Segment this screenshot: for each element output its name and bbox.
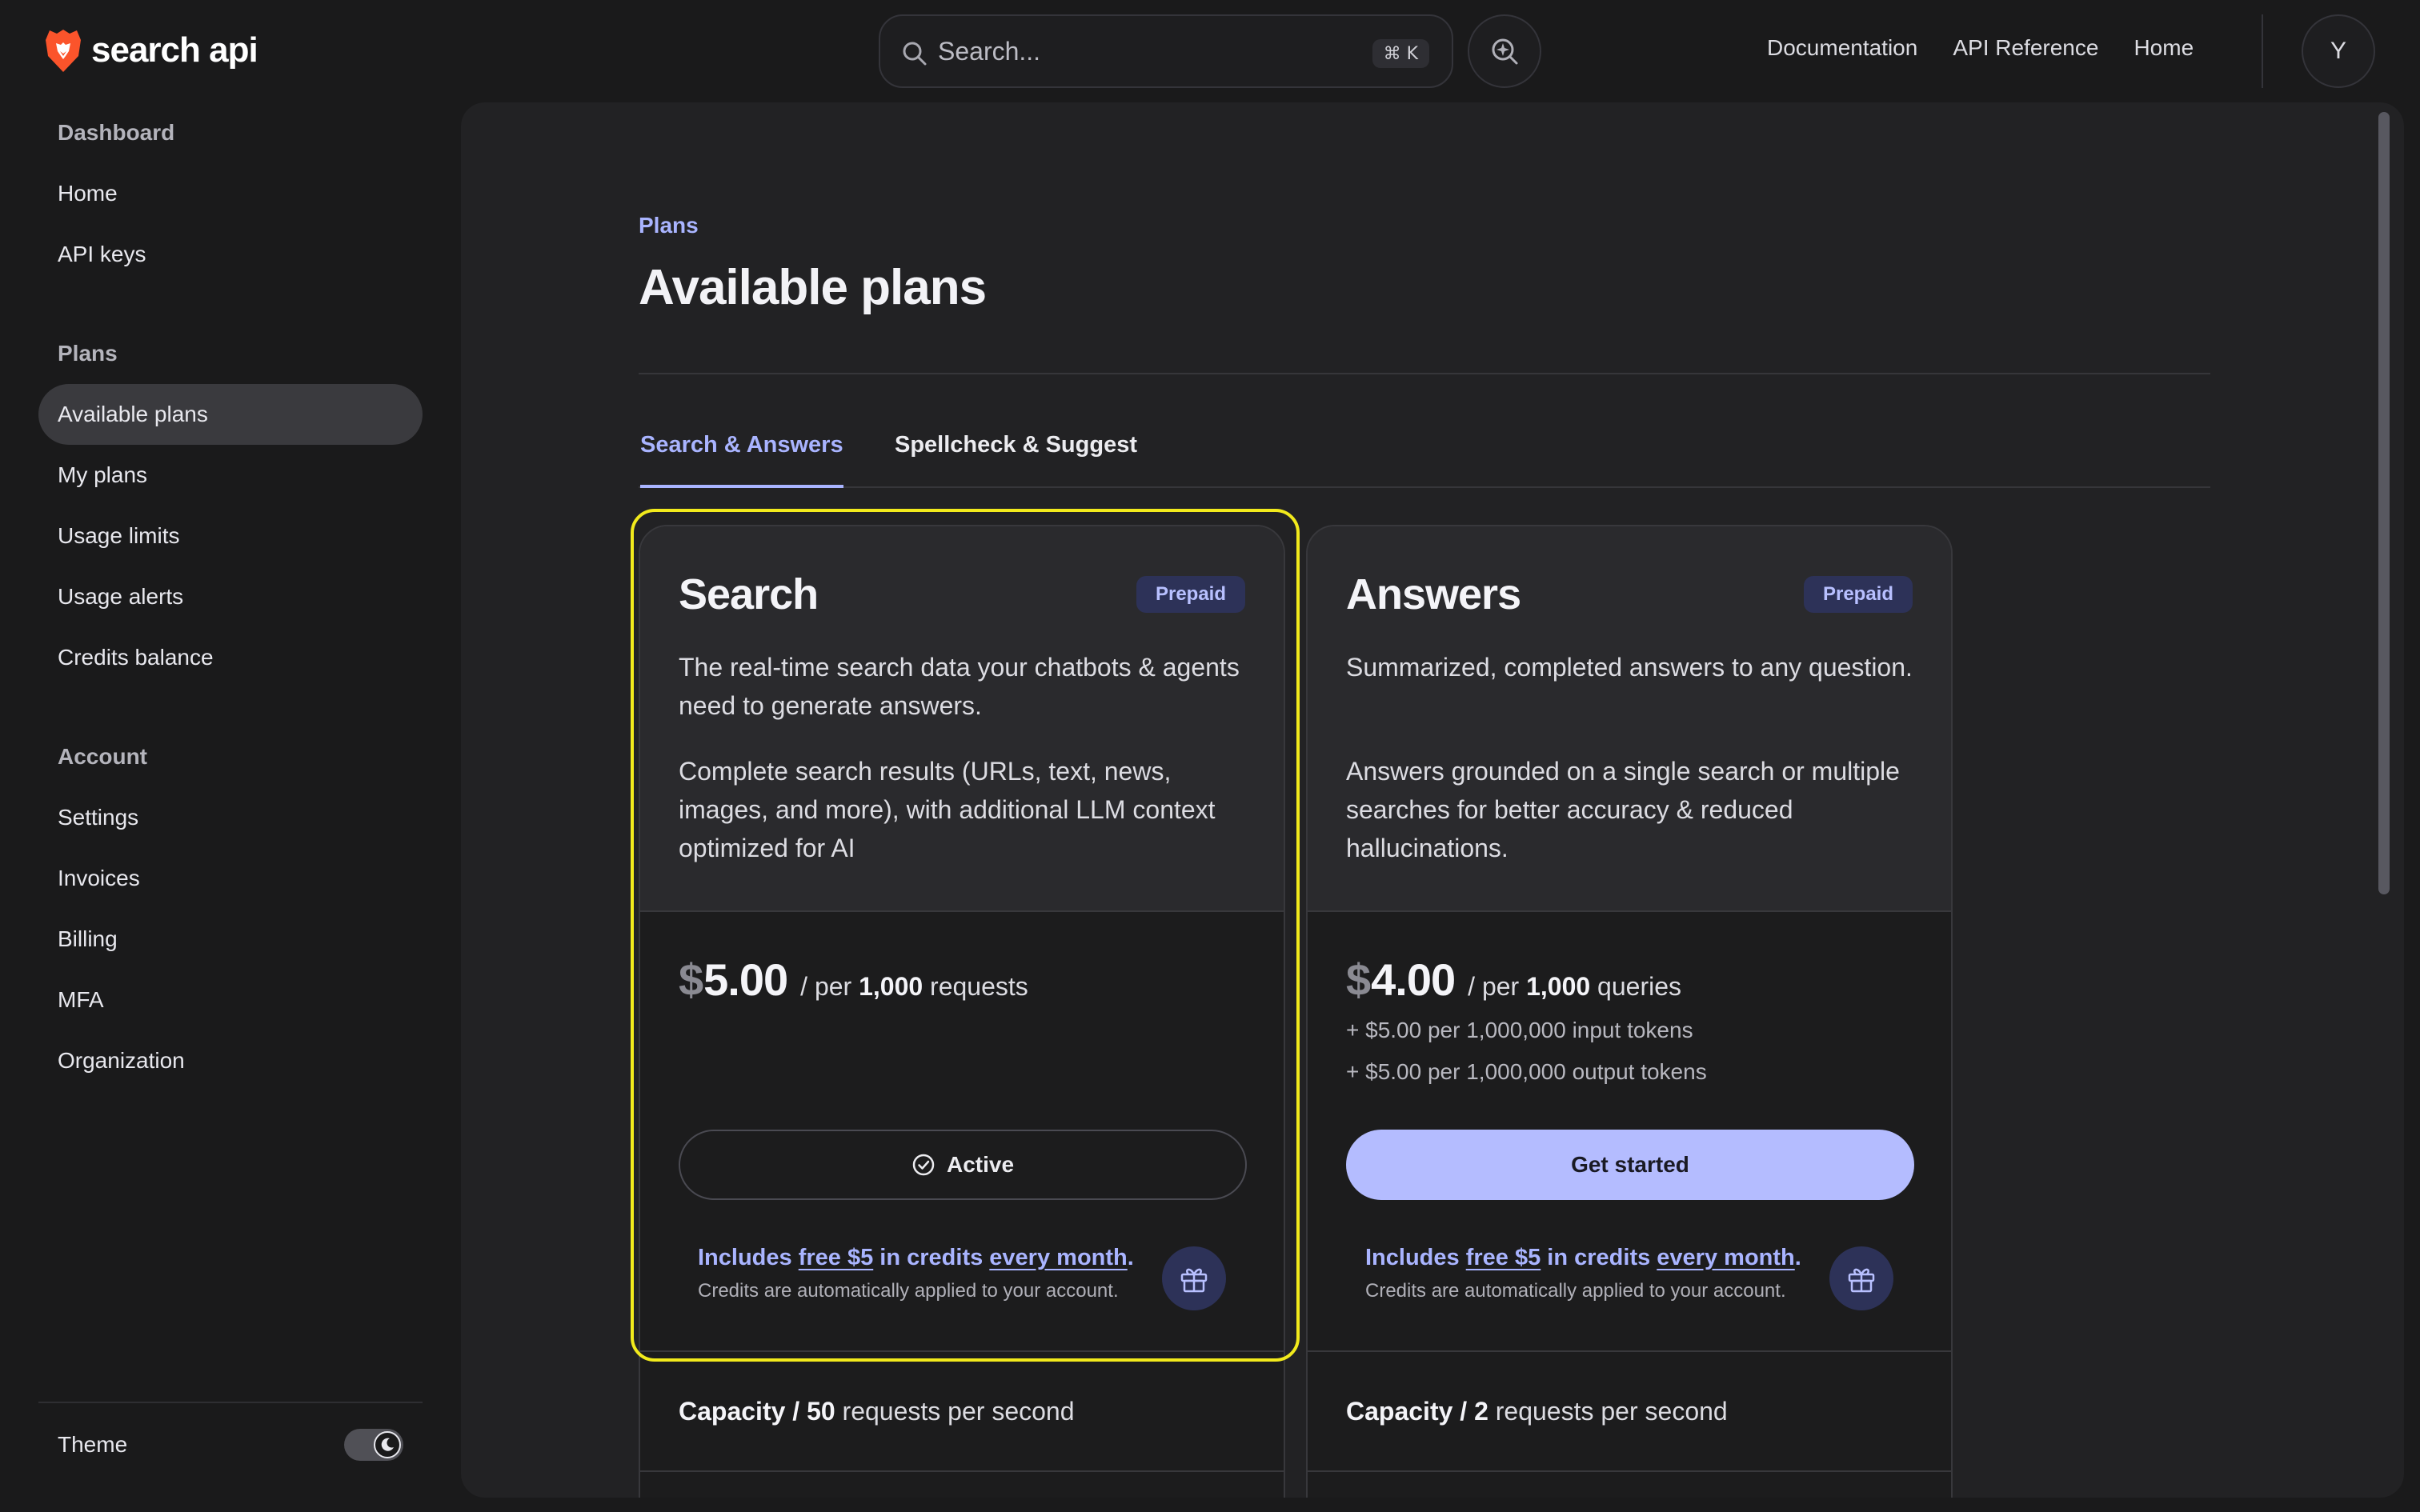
sidebar-item-credits-balance[interactable]: Credits balance bbox=[38, 627, 423, 688]
top-nav: Documentation API Reference Home bbox=[1767, 35, 2194, 61]
plan-name: Search bbox=[679, 570, 819, 618]
price-amount: 5.00 bbox=[703, 954, 788, 1005]
tab-spellcheck-suggest[interactable]: Spellcheck & Suggest bbox=[895, 432, 1137, 488]
sidebar-item-home[interactable]: Home bbox=[38, 163, 423, 224]
nav-link-documentation[interactable]: Documentation bbox=[1767, 35, 1917, 61]
theme-toggle-knob bbox=[374, 1431, 401, 1458]
sparkle-search-icon bbox=[1492, 38, 1518, 65]
user-avatar[interactable]: Y bbox=[2302, 14, 2375, 88]
sidebar-item-invoices[interactable]: Invoices bbox=[38, 848, 423, 909]
search-placeholder: Search... bbox=[938, 37, 1041, 66]
brand-logo[interactable]: search api bbox=[45, 26, 258, 75]
scrollbar-thumb[interactable] bbox=[2378, 112, 2390, 894]
nav-link-api-reference[interactable]: API Reference bbox=[1953, 35, 2098, 61]
sidebar-item-usage-limits[interactable]: Usage limits bbox=[38, 506, 423, 566]
sidebar-section-account: Account bbox=[58, 744, 147, 769]
credits-info: Includes free $5 in credits every month. bbox=[698, 1245, 1134, 1270]
sidebar-item-api-keys[interactable]: API keys bbox=[38, 224, 423, 285]
every-month-link[interactable]: every month bbox=[1657, 1245, 1794, 1270]
search-input[interactable]: Search... ⌘ K bbox=[879, 14, 1453, 88]
sidebar-section-dashboard: Dashboard bbox=[58, 120, 175, 145]
top-bar: search api Search... ⌘ K Documentation A… bbox=[0, 0, 2420, 102]
active-plan-button[interactable]: Active bbox=[679, 1130, 1247, 1200]
main-content: Plans Available plans Search & Answers S… bbox=[461, 102, 2404, 1498]
gift-icon-badge bbox=[1829, 1246, 1893, 1310]
ai-search-button[interactable] bbox=[1468, 14, 1541, 88]
check-circle-icon bbox=[912, 1154, 935, 1176]
title-divider bbox=[639, 373, 2210, 374]
credits-info: Includes free $5 in credits every month. bbox=[1365, 1245, 1801, 1270]
plan-card-header: Search Prepaid The real-time search data… bbox=[640, 526, 1284, 910]
capacity-text: Capacity / 2 requests per second bbox=[1346, 1397, 1728, 1426]
app-window: search api Search... ⌘ K Documentation A… bbox=[0, 0, 2420, 1512]
credits-note: Credits are automatically applied to you… bbox=[1365, 1280, 1786, 1302]
sidebar-item-organization[interactable]: Organization bbox=[38, 1030, 423, 1091]
free-credits-link[interactable]: free $5 bbox=[1466, 1245, 1541, 1270]
lion-logo-icon bbox=[46, 30, 81, 72]
price-extra-output-tokens: + $5.00 per 1,000,000 output tokens bbox=[1346, 1059, 1707, 1084]
moon-icon bbox=[381, 1438, 394, 1451]
plan-name: Answers bbox=[1346, 570, 1521, 618]
breadcrumb[interactable]: Plans bbox=[639, 213, 699, 238]
get-started-button[interactable]: Get started bbox=[1346, 1130, 1914, 1200]
sidebar-item-available-plans[interactable]: Available plans bbox=[38, 384, 423, 445]
plan-badge: Prepaid bbox=[1803, 576, 1913, 613]
price-extra-input-tokens: + $5.00 per 1,000,000 input tokens bbox=[1346, 1018, 1693, 1042]
keyboard-shortcut-badge: ⌘ K bbox=[1372, 39, 1429, 68]
plan-capacity: Capacity / 50 requests per second bbox=[640, 1350, 1284, 1498]
price-currency: $ bbox=[679, 954, 704, 1005]
plan-card-search: Search Prepaid The real-time search data… bbox=[639, 525, 1285, 1498]
plan-price: $ 4.00 / per 1,000 queries bbox=[1346, 954, 1681, 1006]
theme-toggle[interactable] bbox=[344, 1429, 403, 1461]
active-plan-label: Active bbox=[946, 1152, 1015, 1177]
price-amount: 4.00 bbox=[1371, 954, 1456, 1005]
sidebar-item-settings[interactable]: Settings bbox=[38, 787, 423, 848]
capacity-divider bbox=[640, 1470, 1284, 1472]
credits-note: Credits are automatically applied to you… bbox=[698, 1280, 1119, 1302]
price-unit: / per 1,000 requests bbox=[800, 972, 1028, 1001]
plan-description-detail: Complete search results (URLs, text, new… bbox=[679, 757, 1216, 862]
every-month-link[interactable]: every month bbox=[989, 1245, 1127, 1270]
plan-description-detail: Answers grounded on a single search or m… bbox=[1346, 757, 1900, 862]
gift-icon-badge bbox=[1162, 1246, 1226, 1310]
plan-price: $ 5.00 / per 1,000 requests bbox=[679, 954, 1028, 1006]
search-icon bbox=[903, 42, 927, 66]
top-bar-divider bbox=[2262, 14, 2263, 88]
nav-link-home[interactable]: Home bbox=[2134, 35, 2194, 61]
free-credits-link[interactable]: free $5 bbox=[799, 1245, 874, 1270]
sidebar-item-my-plans[interactable]: My plans bbox=[38, 445, 423, 506]
plan-capacity: Capacity / 2 requests per second bbox=[1308, 1350, 1951, 1498]
plan-pricing: $ 5.00 / per 1,000 requests Active Inclu… bbox=[640, 910, 1284, 1350]
plan-badge: Prepaid bbox=[1136, 576, 1245, 613]
sidebar-item-usage-alerts[interactable]: Usage alerts bbox=[38, 566, 423, 627]
sidebar: Dashboard Home API keys Plans Available … bbox=[0, 102, 448, 1512]
sidebar-section-plans: Plans bbox=[58, 341, 118, 366]
sidebar-divider bbox=[38, 1402, 423, 1403]
theme-label: Theme bbox=[58, 1432, 128, 1457]
brand-name: search api bbox=[91, 30, 258, 70]
tab-search-answers[interactable]: Search & Answers bbox=[640, 432, 843, 488]
page-title: Available plans bbox=[639, 260, 987, 315]
plan-tabs: Search & Answers Spellcheck & Suggest bbox=[639, 432, 2210, 488]
plan-description: The real-time search data your chatbots … bbox=[679, 653, 1240, 720]
gift-icon bbox=[1848, 1268, 1875, 1293]
price-currency: $ bbox=[1346, 954, 1372, 1005]
gift-icon bbox=[1180, 1268, 1208, 1293]
plan-pricing: $ 4.00 / per 1,000 queries + $5.00 per 1… bbox=[1308, 910, 1951, 1350]
plan-card-header: Answers Prepaid Summarized, completed an… bbox=[1308, 526, 1951, 910]
sidebar-item-billing[interactable]: Billing bbox=[38, 909, 423, 970]
capacity-divider bbox=[1308, 1470, 1951, 1472]
capacity-text: Capacity / 50 requests per second bbox=[679, 1397, 1075, 1426]
sidebar-item-mfa[interactable]: MFA bbox=[38, 970, 423, 1030]
plan-card-answers: Answers Prepaid Summarized, completed an… bbox=[1306, 525, 1953, 1498]
plan-description: Summarized, completed answers to any que… bbox=[1346, 653, 1913, 682]
price-unit: / per 1,000 queries bbox=[1468, 972, 1681, 1001]
